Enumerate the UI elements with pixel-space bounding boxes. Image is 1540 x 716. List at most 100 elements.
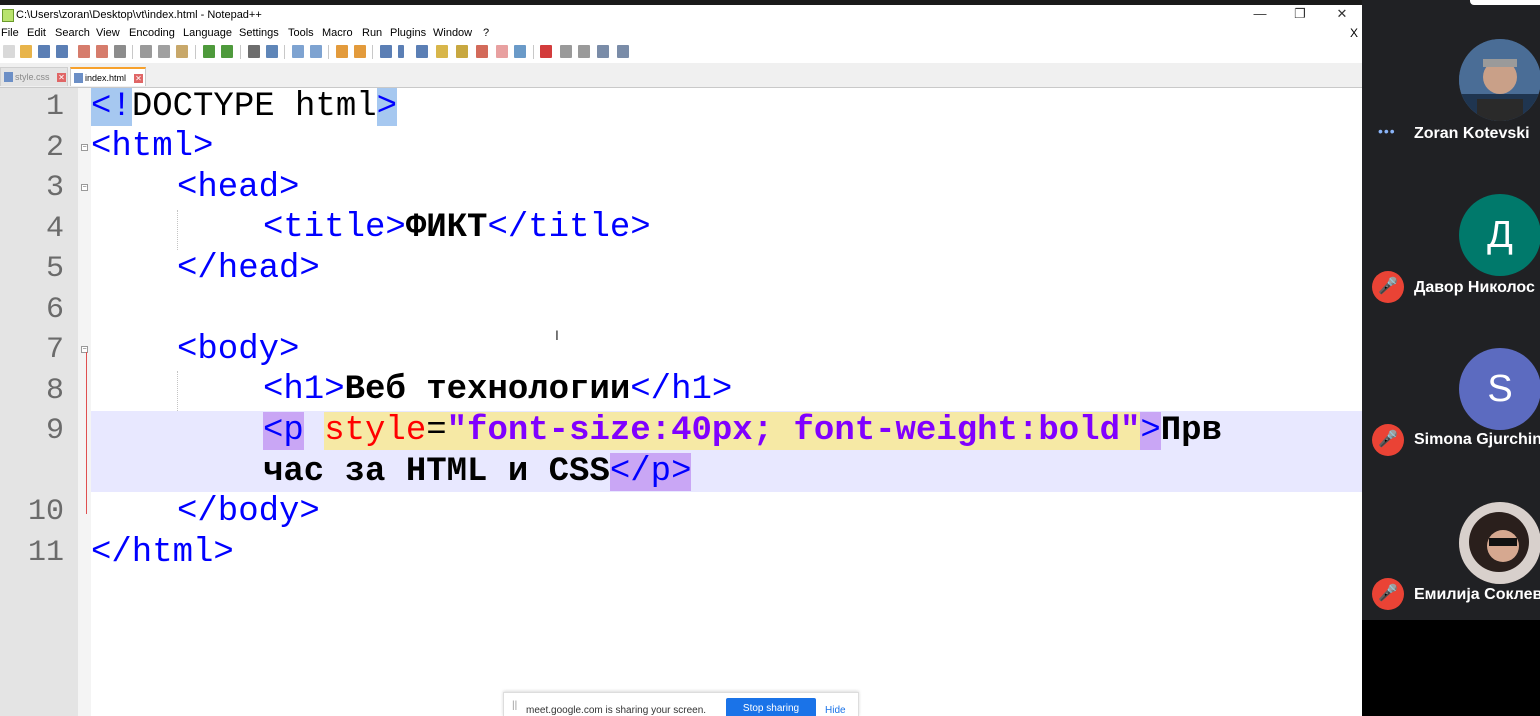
close-document-button[interactable]: X [1350, 26, 1358, 40]
line-number: 6 [45, 293, 64, 327]
stop-macro-icon[interactable] [560, 45, 572, 58]
head-open-tag: <head> [177, 169, 300, 207]
h1-text: Веб технологии [344, 371, 631, 409]
monitoring-icon[interactable] [514, 45, 526, 58]
code-editor[interactable]: 1 2 3 4 5 6 7 8 9 10 11 − − − <!DOCTYPE … [0, 88, 1362, 716]
redo-icon[interactable] [221, 45, 233, 58]
function-list-icon[interactable] [476, 45, 488, 58]
paste-icon[interactable] [176, 45, 188, 58]
menu-macro[interactable]: Macro [322, 27, 353, 39]
line-number: 11 [27, 536, 64, 570]
print-icon[interactable] [114, 45, 126, 58]
doctype-close: > [376, 88, 398, 126]
play-macro-icon[interactable] [578, 45, 590, 58]
drag-handle-icon[interactable]: || [512, 700, 517, 711]
participant-tile[interactable]: S 🎤 Simona Gjurchin [1362, 340, 1540, 495]
cut-icon[interactable] [140, 45, 152, 58]
menu-edit[interactable]: Edit [27, 27, 46, 39]
participant-tile[interactable]: ••• Zoran Kotevski [1362, 30, 1540, 185]
p-text-start: Прв [1160, 412, 1222, 450]
show-all-characters-icon[interactable] [398, 45, 404, 58]
save-icon[interactable] [38, 45, 50, 58]
fold-toggle[interactable]: − [81, 184, 88, 191]
fold-toggle[interactable]: − [81, 144, 88, 151]
indent-guide-icon[interactable] [416, 45, 428, 58]
h1-open-tag: <h1> [263, 371, 345, 409]
style-value: "font-size:40px; font-weight:bold" [446, 412, 1141, 450]
notepad-window: C:\Users\zoran\Desktop\vt\index.html - N… [0, 0, 1362, 716]
menu-help[interactable]: ? [483, 27, 489, 39]
text-cursor: I [555, 327, 559, 343]
menu-settings[interactable]: Settings [239, 27, 279, 39]
screen-share-banner: || meet.google.com is sharing your scree… [503, 692, 859, 716]
menu-search[interactable]: Search [55, 27, 90, 39]
close-file-icon[interactable] [78, 45, 90, 58]
folder-workspace-icon[interactable] [496, 45, 508, 58]
doctype-text: DOCTYPE html [131, 88, 377, 126]
tab-index-html[interactable]: index.html ✕ [70, 67, 146, 86]
toolbar-separator [328, 45, 329, 59]
zoom-in-icon[interactable] [292, 45, 304, 58]
zoom-out-icon[interactable] [310, 45, 322, 58]
run-macro-multiple-icon[interactable] [597, 45, 609, 58]
fold-margin [78, 88, 91, 716]
line-number: 9 [45, 414, 64, 448]
menu-run[interactable]: Run [362, 27, 382, 39]
close-tab-icon[interactable]: ✕ [134, 74, 143, 83]
new-file-icon[interactable] [3, 45, 15, 58]
line-number-gutter: 1 2 3 4 5 6 7 8 9 10 11 [0, 88, 78, 716]
participant-name: Zoran Kotevski [1414, 125, 1530, 142]
code-line-1: <!DOCTYPE html> [91, 88, 398, 126]
body-open-tag: <body> [177, 331, 300, 369]
maximize-button[interactable]: ❐ [1278, 5, 1322, 25]
udl-icon[interactable] [436, 45, 448, 58]
menu-file[interactable]: File [1, 27, 19, 39]
participant-name: Simona Gjurchin [1414, 431, 1540, 448]
word-wrap-icon[interactable] [380, 45, 392, 58]
line-number: 2 [45, 131, 64, 165]
replace-icon[interactable] [266, 45, 278, 58]
tab-style-css[interactable]: style.css ✕ [0, 67, 68, 86]
html-close-tag: </html> [91, 534, 234, 572]
menu-tools[interactable]: Tools [288, 27, 314, 39]
undo-icon[interactable] [203, 45, 215, 58]
doc-map-icon[interactable] [456, 45, 468, 58]
minimize-button[interactable]: — [1238, 5, 1282, 25]
toolbar-separator [195, 45, 196, 59]
code-line-4: <title>ФИКТ</title> [263, 209, 651, 247]
stop-sharing-button[interactable]: Stop sharing [726, 698, 816, 716]
title-text: ФИКТ [405, 209, 488, 247]
record-macro-icon[interactable] [540, 45, 552, 58]
sync-vertical-icon[interactable] [336, 45, 348, 58]
code-line-11: </html> [91, 534, 234, 572]
menu-plugins[interactable]: Plugins [390, 27, 426, 39]
close-window-button[interactable]: ✕ [1320, 5, 1362, 25]
menu-view[interactable]: View [96, 27, 120, 39]
sync-horizontal-icon[interactable] [354, 45, 366, 58]
p-close-tag: </p> [609, 453, 692, 491]
menu-language[interactable]: Language [183, 27, 232, 39]
close-all-icon[interactable] [96, 45, 108, 58]
toolbar-separator [132, 45, 133, 59]
open-file-icon[interactable] [20, 45, 32, 58]
menu-encoding[interactable]: Encoding [129, 27, 175, 39]
attr-equals: = [426, 412, 447, 450]
hide-banner-button[interactable]: Hide [825, 705, 846, 716]
toolbar-separator [372, 45, 373, 59]
participant-tile[interactable]: Д 🎤 Давор Николос [1362, 185, 1540, 340]
doctype-open: <! [91, 88, 132, 126]
menu-window[interactable]: Window [433, 27, 472, 39]
code-line-9-wrap: час за HTML и CSS</p> [263, 453, 692, 491]
tab-label: style.css [15, 72, 50, 82]
mic-off-icon: 🎤 [1372, 271, 1404, 303]
save-all-icon[interactable] [56, 45, 68, 58]
line-number: 10 [27, 495, 64, 529]
code-line-5: </head> [177, 250, 320, 288]
save-macro-icon[interactable] [617, 45, 629, 58]
copy-icon[interactable] [158, 45, 170, 58]
find-icon[interactable] [248, 45, 260, 58]
code-line-10: </body> [177, 493, 320, 531]
window-title: C:\Users\zoran\Desktop\vt\index.html - N… [16, 9, 262, 21]
line-number: 1 [45, 90, 64, 124]
close-tab-icon[interactable]: ✕ [57, 73, 66, 82]
